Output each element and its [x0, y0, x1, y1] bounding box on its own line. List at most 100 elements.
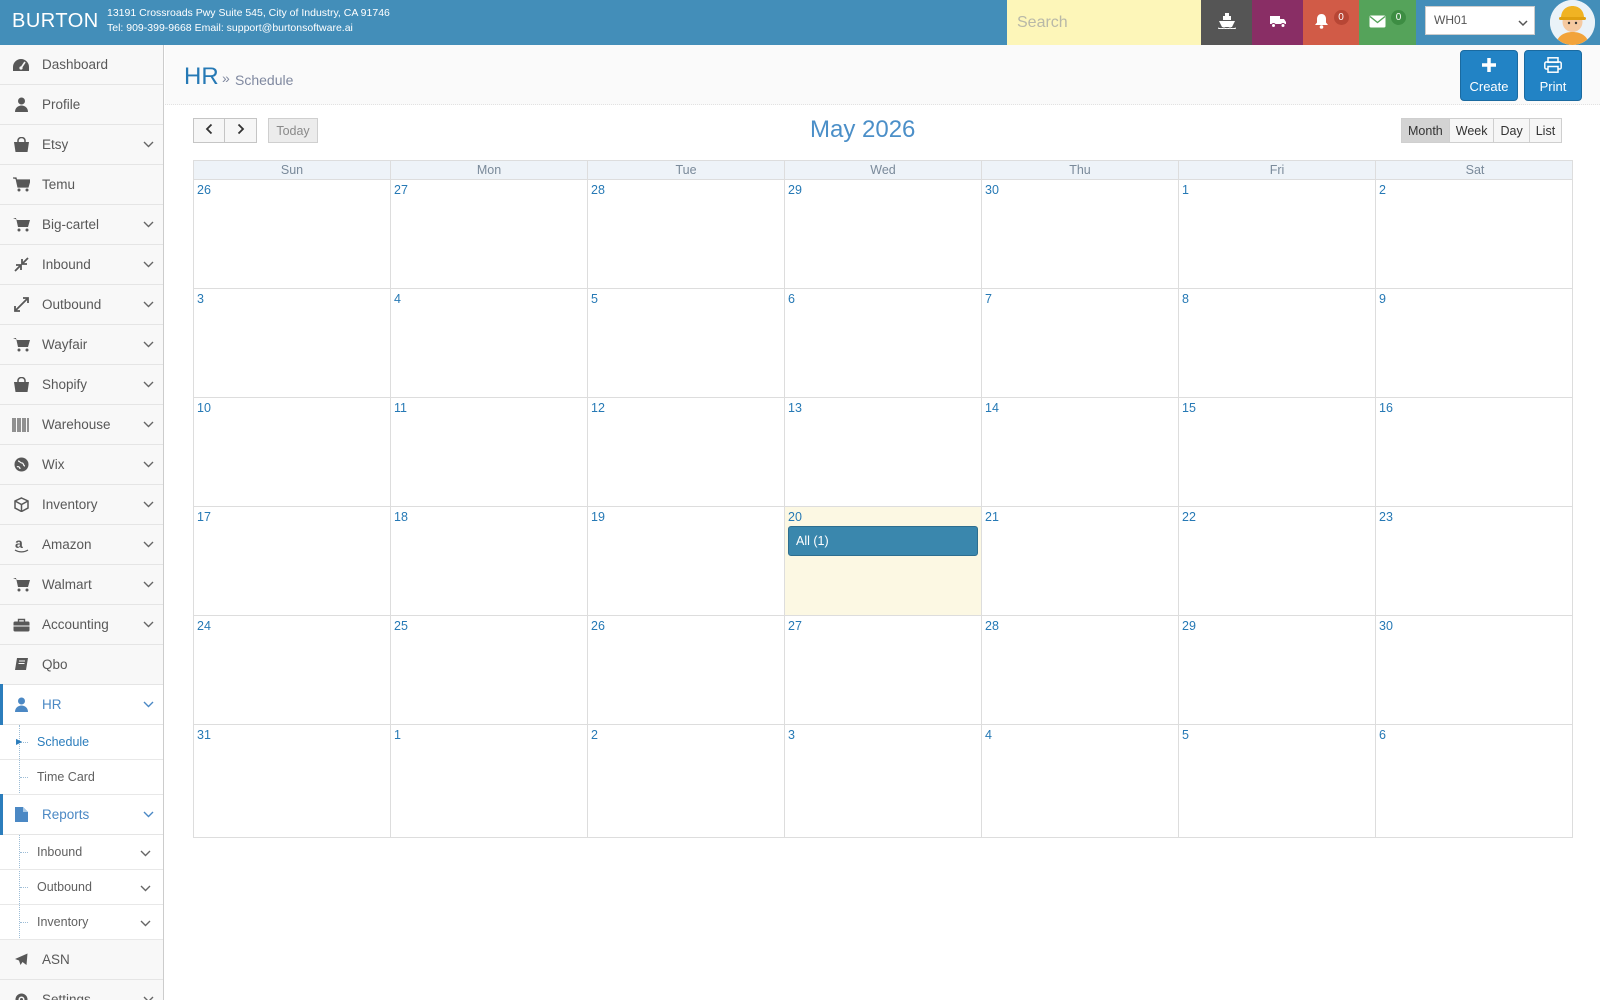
sidebar-item-inventory[interactable]: Inventory [0, 485, 163, 525]
day-number[interactable]: 30 [1379, 619, 1393, 633]
day-number[interactable]: 13 [788, 401, 802, 415]
day-cell[interactable]: 24 [194, 616, 391, 724]
day-cell[interactable]: 16 [1376, 398, 1574, 506]
sidebar-item-inbound[interactable]: Inbound [0, 245, 163, 285]
day-cell[interactable]: 10 [194, 398, 391, 506]
sidebar-item-asn[interactable]: ASN [0, 940, 163, 980]
day-number[interactable]: 4 [394, 292, 401, 306]
create-button[interactable]: Create [1460, 50, 1518, 101]
truck-button[interactable] [1252, 0, 1303, 45]
sidebar-item-profile[interactable]: Profile [0, 85, 163, 125]
day-number[interactable]: 6 [1379, 728, 1386, 742]
day-cell[interactable]: 4 [391, 289, 588, 397]
day-cell[interactable]: 30 [1376, 616, 1574, 724]
day-cell[interactable]: 27 [785, 616, 982, 724]
day-cell[interactable]: 3 [785, 725, 982, 837]
day-cell[interactable]: 6 [1376, 725, 1574, 837]
day-number[interactable]: 29 [788, 183, 802, 197]
sidebar-item-accounting[interactable]: Accounting [0, 605, 163, 645]
day-number[interactable]: 8 [1182, 292, 1189, 306]
messages-button[interactable]: 0 [1359, 0, 1416, 45]
day-number[interactable]: 1 [1182, 183, 1189, 197]
day-cell[interactable]: 30 [982, 180, 1179, 288]
day-number[interactable]: 3 [197, 292, 204, 306]
sidebar-subitem-reports-inventory[interactable]: Inventory [0, 905, 163, 940]
sidebar-item-temu[interactable]: Temu [0, 165, 163, 205]
day-cell[interactable]: 2 [1376, 180, 1574, 288]
day-cell[interactable]: 28 [982, 616, 1179, 724]
day-number[interactable]: 7 [985, 292, 992, 306]
day-cell[interactable]: 26 [194, 180, 391, 288]
day-cell-today[interactable]: 20 All (1) [785, 507, 982, 615]
day-number[interactable]: 2 [591, 728, 598, 742]
view-week-button[interactable]: Week [1449, 118, 1495, 143]
sidebar-subitem-schedule[interactable]: ▶ Schedule [0, 725, 163, 760]
user-avatar[interactable] [1550, 0, 1595, 45]
day-cell[interactable]: 28 [588, 180, 785, 288]
day-number[interactable]: 3 [788, 728, 795, 742]
brand-logo[interactable]: BURTON [12, 10, 99, 33]
day-number[interactable]: 19 [591, 510, 605, 524]
day-cell[interactable]: 12 [588, 398, 785, 506]
sidebar-item-big-cartel[interactable]: Big-cartel [0, 205, 163, 245]
day-number[interactable]: 6 [788, 292, 795, 306]
day-number[interactable]: 2 [1379, 183, 1386, 197]
view-list-button[interactable]: List [1529, 118, 1563, 143]
prev-month-button[interactable] [193, 118, 225, 143]
day-number[interactable]: 27 [788, 619, 802, 633]
day-number[interactable]: 26 [197, 183, 211, 197]
day-cell[interactable]: 26 [588, 616, 785, 724]
day-cell[interactable]: 18 [391, 507, 588, 615]
sidebar-item-settings[interactable]: Settings [0, 980, 163, 1000]
ship-button[interactable] [1201, 0, 1252, 45]
day-number[interactable]: 15 [1182, 401, 1196, 415]
day-cell[interactable]: 22 [1179, 507, 1376, 615]
warehouse-select[interactable]: WH01 [1425, 6, 1535, 35]
day-number[interactable]: 28 [591, 183, 605, 197]
day-cell[interactable]: 2 [588, 725, 785, 837]
day-number[interactable]: 12 [591, 401, 605, 415]
day-cell[interactable]: 15 [1179, 398, 1376, 506]
day-number[interactable]: 11 [394, 401, 407, 415]
day-number[interactable]: 17 [197, 510, 211, 524]
sidebar-item-reports[interactable]: Reports [0, 794, 163, 835]
day-cell[interactable]: 31 [194, 725, 391, 837]
day-number[interactable]: 5 [591, 292, 598, 306]
view-month-button[interactable]: Month [1401, 118, 1450, 143]
day-cell[interactable]: 21 [982, 507, 1179, 615]
day-number[interactable]: 1 [394, 728, 401, 742]
day-number[interactable]: 23 [1379, 510, 1393, 524]
day-cell[interactable]: 11 [391, 398, 588, 506]
day-number[interactable]: 4 [985, 728, 992, 742]
day-number[interactable]: 26 [591, 619, 605, 633]
sidebar-subitem-time-card[interactable]: Time Card [0, 760, 163, 795]
day-cell[interactable]: 29 [1179, 616, 1376, 724]
day-cell[interactable]: 5 [1179, 725, 1376, 837]
today-button[interactable]: Today [268, 118, 318, 143]
day-cell[interactable]: 5 [588, 289, 785, 397]
day-number[interactable]: 30 [985, 183, 999, 197]
day-cell[interactable]: 29 [785, 180, 982, 288]
calendar-event[interactable]: All (1) [788, 526, 978, 556]
day-cell[interactable]: 27 [391, 180, 588, 288]
day-cell[interactable]: 3 [194, 289, 391, 397]
sidebar-item-qbo[interactable]: Qbo [0, 645, 163, 685]
day-number[interactable]: 10 [197, 401, 211, 415]
sidebar-item-dashboard[interactable]: Dashboard [0, 45, 163, 85]
day-number[interactable]: 28 [985, 619, 999, 633]
sidebar-item-wayfair[interactable]: Wayfair [0, 325, 163, 365]
day-number[interactable]: 14 [985, 401, 999, 415]
day-cell[interactable]: 14 [982, 398, 1179, 506]
sidebar-item-hr[interactable]: HR [0, 684, 163, 725]
day-number[interactable]: 18 [394, 510, 408, 524]
sidebar-subitem-reports-inbound[interactable]: Inbound [0, 835, 163, 870]
notifications-button[interactable]: 0 [1303, 0, 1359, 45]
day-cell[interactable]: 13 [785, 398, 982, 506]
day-number[interactable]: 29 [1182, 619, 1196, 633]
day-cell[interactable]: 8 [1179, 289, 1376, 397]
day-cell[interactable]: 19 [588, 507, 785, 615]
sidebar-item-wix[interactable]: Wix [0, 445, 163, 485]
day-cell[interactable]: 9 [1376, 289, 1574, 397]
day-cell[interactable]: 7 [982, 289, 1179, 397]
day-number[interactable]: 20 [788, 510, 802, 524]
